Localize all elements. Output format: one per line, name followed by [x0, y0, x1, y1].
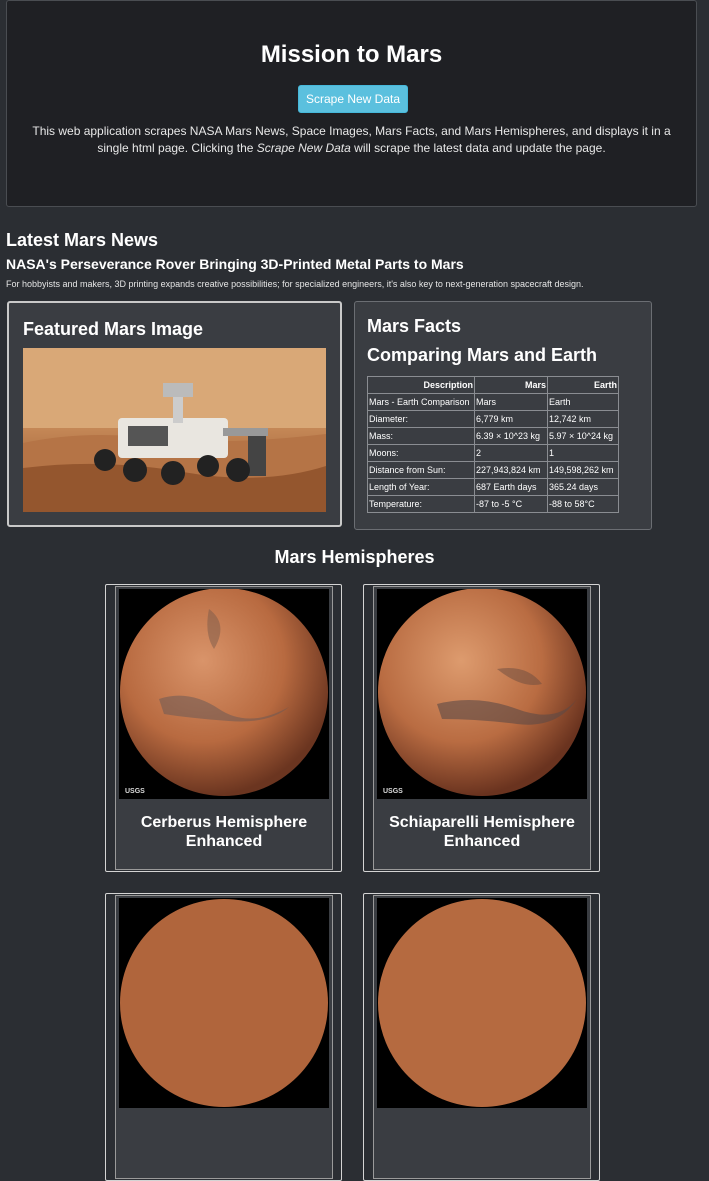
mars-globe-icon: [378, 589, 586, 796]
table-cell: 2: [474, 444, 548, 462]
hemisphere-card-body: [115, 895, 333, 1179]
table-row: Temperature: -87 to -5 °C -88 to 58°C: [367, 495, 619, 513]
page-description: This web application scrapes NASA Mars N…: [32, 124, 671, 155]
hemispheres-heading: Mars Hemispheres: [274, 547, 435, 567]
hemisphere-title[interactable]: Cerberus Hemisphere Enhanced: [122, 813, 326, 851]
usgs-logo: USGS: [125, 788, 145, 795]
featured-mars-image: [23, 348, 326, 512]
table-cell: Diameter:: [367, 410, 475, 428]
hemisphere-card-schiaparelli[interactable]: USGS Schiaparelli Hemisphere Enhanced: [363, 584, 600, 872]
table-cell: Earth: [547, 393, 619, 411]
table-row: Mass: 6.39 × 10^23 kg 5.97 × 10^24 kg: [367, 427, 619, 445]
table-cell: 6,779 km: [474, 410, 548, 428]
mars-facts-card: Mars Facts Comparing Mars and Earth Desc…: [354, 301, 652, 530]
column-header: Description: [367, 376, 475, 394]
mars-globe-icon: [120, 899, 328, 1107]
mars-facts-table: Description Mars Earth Mars - Earth Comp…: [367, 376, 619, 513]
column-header: Mars: [474, 376, 548, 394]
hemisphere-card-body: [373, 895, 591, 1179]
news-teaser: For hobbyists and makers, 3D printing ex…: [6, 279, 584, 289]
table-cell: 5.97 × 10^24 kg: [547, 427, 619, 445]
scrape-link-reference: Scrape New Data: [256, 141, 351, 155]
featured-image-card: Featured Mars Image: [7, 301, 342, 527]
hemisphere-image[interactable]: [119, 898, 329, 1108]
hemisphere-image[interactable]: USGS: [119, 589, 329, 799]
table-cell: Mass:: [367, 427, 475, 445]
rover-image: [23, 348, 326, 512]
hemisphere-card-body: USGS Cerberus Hemisphere Enhanced: [115, 586, 333, 870]
hemisphere-card-partial[interactable]: [363, 893, 600, 1181]
page-title: Mission to Mars: [260, 41, 443, 68]
scrape-new-data-button[interactable]: Scrape New Data: [298, 85, 408, 113]
hemisphere-image[interactable]: USGS: [377, 589, 587, 799]
table-cell: Length of Year:: [367, 478, 475, 496]
table-row: Length of Year: 687 Earth days 365.24 days: [367, 478, 619, 496]
table-cell: Moons:: [367, 444, 475, 462]
table-cell: Distance from Sun:: [367, 461, 475, 479]
mars-facts-heading: Mars Facts: [367, 316, 462, 336]
latest-news-heading: Latest Mars News: [6, 230, 159, 250]
table-cell: 12,742 km: [547, 410, 619, 428]
table-cell: Mars: [474, 393, 548, 411]
table-cell: 1: [547, 444, 619, 462]
mars-globe-icon: [120, 589, 328, 796]
table-cell: 365.24 days: [547, 478, 619, 496]
table-cell: Temperature:: [367, 495, 475, 513]
hemisphere-card-cerberus[interactable]: USGS Cerberus Hemisphere Enhanced: [105, 584, 342, 872]
mars-globe-icon: [378, 899, 586, 1107]
table-cell: -87 to -5 °C: [474, 495, 548, 513]
table-row: Distance from Sun: 227,943,824 km 149,598,…: [367, 461, 619, 479]
mars-facts-subheading: Comparing Mars and Earth: [367, 345, 598, 365]
table-cell: Mars - Earth Comparison: [367, 393, 475, 411]
header-jumbotron: Mission to Mars Scrape New Data This web…: [6, 0, 697, 207]
table-row: Moons: 2 1: [367, 444, 619, 462]
hemisphere-image[interactable]: [377, 898, 587, 1108]
hemisphere-card-partial[interactable]: [105, 893, 342, 1181]
table-cell: 6.39 × 10^23 kg: [474, 427, 548, 445]
hemisphere-title[interactable]: Schiaparelli Hemisphere Enhanced: [380, 813, 584, 851]
usgs-logo: USGS: [383, 788, 403, 795]
table-cell: 687 Earth days: [474, 478, 548, 496]
table-header-row: Description Mars Earth: [367, 376, 619, 394]
featured-image-heading: Featured Mars Image: [23, 319, 204, 339]
news-title: NASA's Perseverance Rover Bringing 3D-Pr…: [6, 256, 464, 272]
table-row: Mars - Earth Comparison Mars Earth: [367, 393, 619, 411]
hemisphere-card-body: USGS Schiaparelli Hemisphere Enhanced: [373, 586, 591, 870]
table-cell: 227,943,824 km: [474, 461, 548, 479]
table-cell: 149,598,262 km: [547, 461, 619, 479]
column-header: Earth: [547, 376, 619, 394]
table-cell: -88 to 58°C: [547, 495, 619, 513]
table-row: Diameter: 6,779 km 12,742 km: [367, 410, 619, 428]
